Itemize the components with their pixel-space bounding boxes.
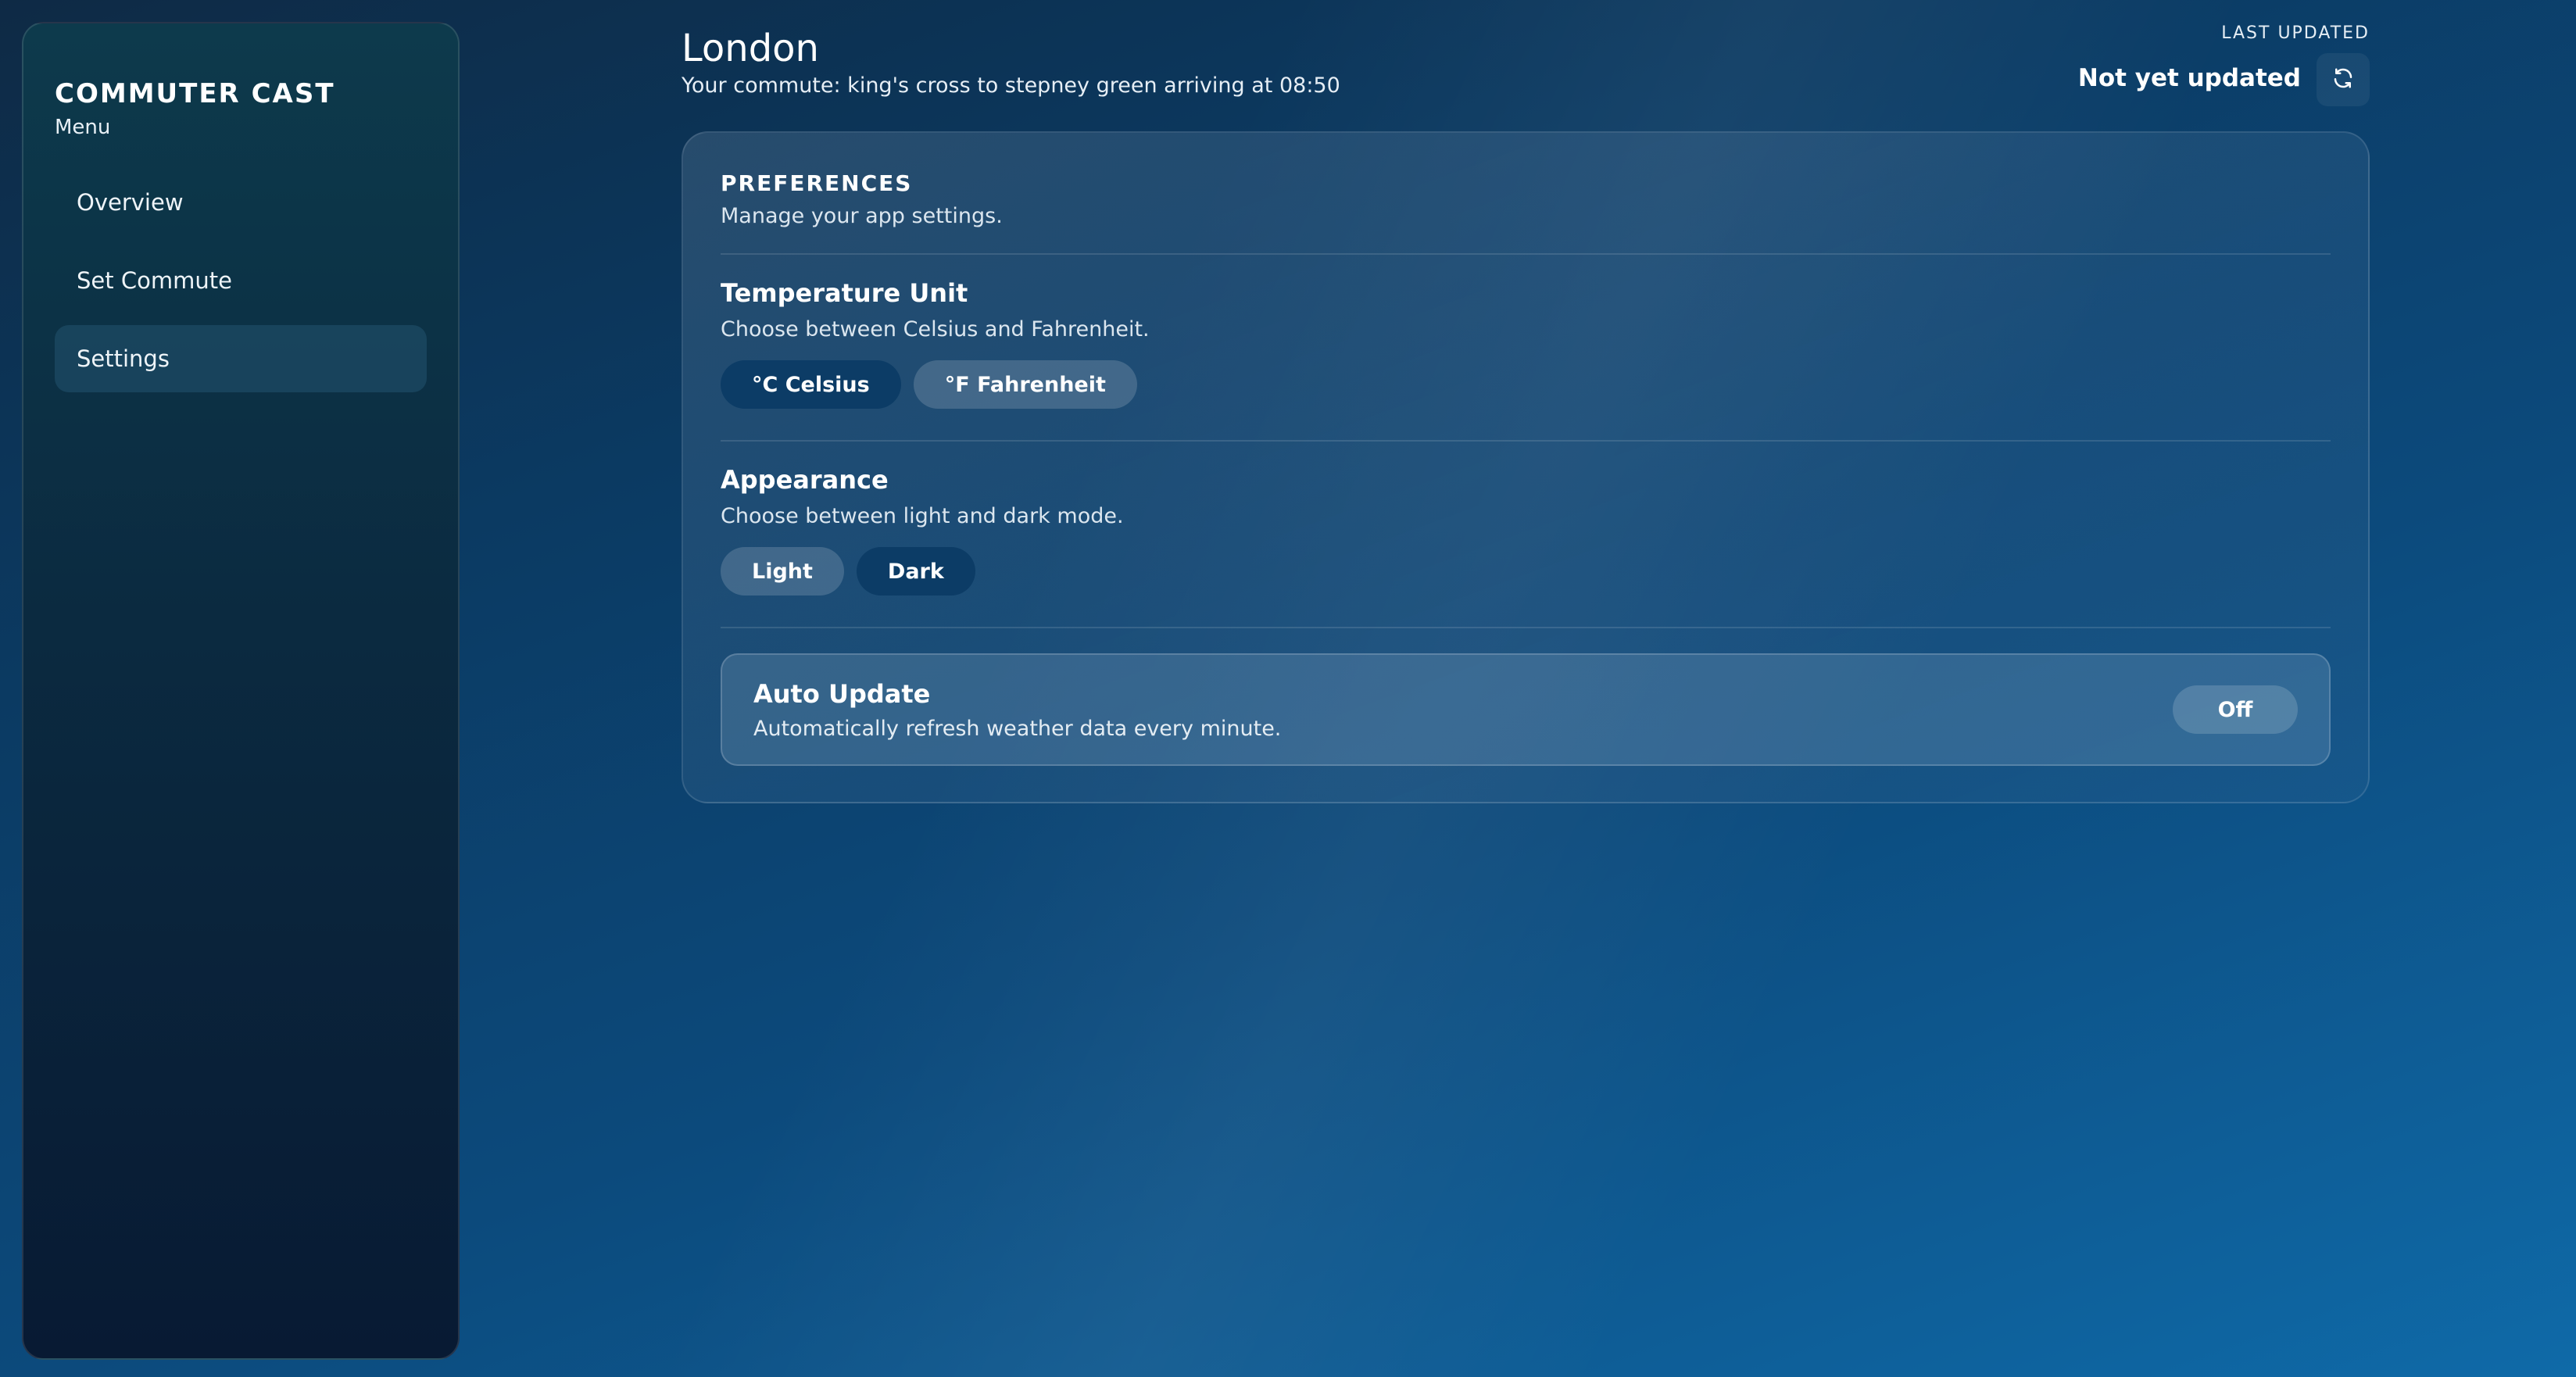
celsius-button[interactable]: °C Celsius xyxy=(721,360,901,409)
light-mode-button[interactable]: Light xyxy=(721,547,844,596)
temperature-section: Temperature Unit Choose between Celsius … xyxy=(721,255,2331,440)
auto-update-description: Automatically refresh weather data every… xyxy=(753,716,1282,741)
sidebar-nav: Overview Set Commute Settings xyxy=(55,169,427,392)
sidebar-item-overview[interactable]: Overview xyxy=(55,169,427,236)
sidebar-item-set-commute[interactable]: Set Commute xyxy=(55,247,427,314)
sidebar-item-settings[interactable]: Settings xyxy=(55,325,427,392)
temperature-title: Temperature Unit xyxy=(721,278,968,308)
refresh-button[interactable] xyxy=(2317,53,2370,106)
appearance-section: Appearance Choose between light and dark… xyxy=(721,442,2331,627)
temperature-description: Choose between Celsius and Fahrenheit. xyxy=(721,317,1150,342)
page-title: London xyxy=(682,27,819,70)
divider xyxy=(721,627,2331,628)
dark-mode-button[interactable]: Dark xyxy=(856,547,975,596)
refresh-icon xyxy=(2331,66,2355,93)
temperature-options: °C Celsius °F Fahrenheit xyxy=(721,360,2331,409)
auto-update-toggle[interactable]: Off xyxy=(2173,685,2298,734)
menu-label: Menu xyxy=(55,116,111,139)
preferences-title: PREFERENCES xyxy=(721,170,913,196)
auto-update-title: Auto Update xyxy=(753,678,931,709)
last-updated-label: LAST UPDATED xyxy=(2221,23,2370,43)
last-updated-value: Not yet updated xyxy=(2077,64,2301,92)
app-brand: COMMUTER CAST xyxy=(55,78,335,109)
appearance-description: Choose between light and dark mode. xyxy=(721,504,1124,528)
preferences-card: PREFERENCES Manage your app settings. Te… xyxy=(682,131,2370,803)
auto-update-panel: Auto Update Automatically refresh weathe… xyxy=(721,653,2331,766)
appearance-options: Light Dark xyxy=(721,547,2331,596)
sidebar: COMMUTER CAST Menu Overview Set Commute … xyxy=(22,22,460,1360)
preferences-subtitle: Manage your app settings. xyxy=(721,204,1003,228)
appearance-title: Appearance xyxy=(721,465,889,495)
fahrenheit-button[interactable]: °F Fahrenheit xyxy=(913,360,1137,409)
commute-summary: Your commute: king's cross to stepney gr… xyxy=(682,73,1340,98)
